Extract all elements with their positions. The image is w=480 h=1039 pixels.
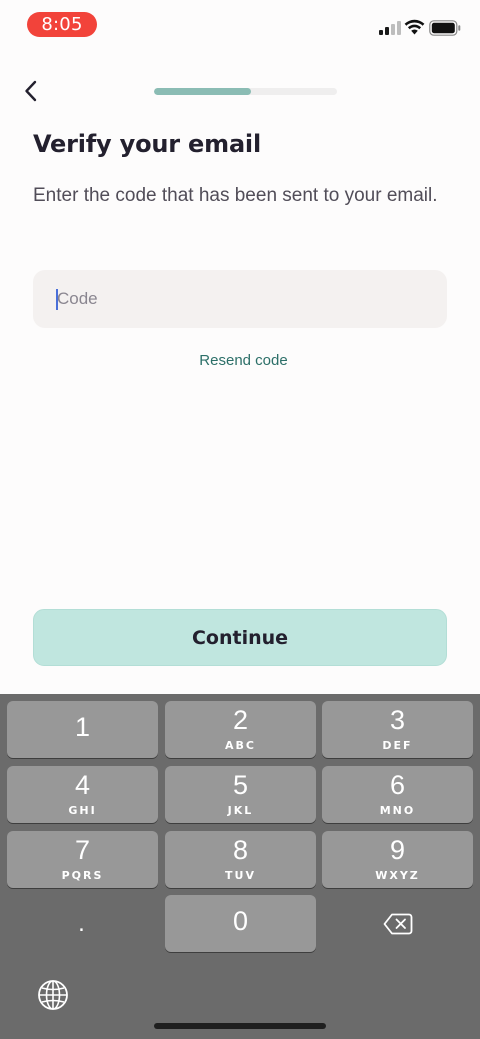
key-4[interactable]: 4 GHI	[7, 766, 158, 823]
progress-bar	[154, 88, 337, 95]
key-letters: PQRS	[61, 869, 104, 882]
key-9[interactable]: 9 WXYZ	[322, 831, 473, 888]
key-5[interactable]: 5 JKL	[165, 766, 316, 823]
key-digit: 1	[74, 712, 91, 742]
key-6[interactable]: 6 MNO	[322, 766, 473, 823]
key-dot[interactable]: .	[6, 895, 157, 952]
code-field-container[interactable]	[33, 270, 447, 328]
key-3[interactable]: 3 DEF	[322, 701, 473, 758]
numeric-keyboard: 1 2 ABC 3 DEF 4 GHI 5 JKL 6 MNO 7 PQRS 8…	[0, 694, 480, 1039]
key-letters: GHI	[68, 804, 97, 817]
status-bar: 8:05	[0, 0, 480, 48]
key-digit: 4	[74, 770, 91, 800]
key-digit: 6	[389, 770, 406, 800]
delete-key[interactable]	[322, 895, 473, 952]
progress-bar-fill	[154, 88, 251, 95]
key-digit: 0	[232, 906, 249, 936]
continue-button[interactable]: Continue	[33, 609, 447, 666]
key-letters: DEF	[382, 739, 413, 752]
key-digit: 5	[232, 770, 249, 800]
key-digit: 7	[74, 835, 91, 865]
key-letters: ABC	[225, 739, 256, 752]
key-letters: TUV	[225, 869, 256, 882]
key-digit: 9	[389, 835, 406, 865]
page-title: Verify your email	[33, 130, 261, 158]
cellular-signal-icon	[379, 21, 401, 35]
key-digit: 2	[232, 705, 249, 735]
key-0[interactable]: 0	[165, 895, 316, 952]
page-subtitle: Enter the code that has been sent to you…	[33, 185, 438, 206]
key-8[interactable]: 8 TUV	[165, 831, 316, 888]
key-letters: JKL	[227, 804, 254, 817]
code-input[interactable]	[33, 270, 447, 328]
key-2[interactable]: 2 ABC	[165, 701, 316, 758]
back-button[interactable]	[16, 76, 46, 106]
key-letters: MNO	[379, 804, 416, 817]
chevron-left-icon	[25, 80, 37, 102]
key-1[interactable]: 1	[7, 701, 158, 758]
backspace-icon	[383, 913, 412, 934]
globe-icon[interactable]	[37, 979, 69, 1011]
key-digit: 3	[389, 705, 406, 735]
text-caret	[56, 289, 58, 310]
key-digit: 8	[232, 835, 249, 865]
battery-icon	[429, 20, 461, 36]
key-letters: WXYZ	[375, 869, 420, 882]
home-indicator[interactable]	[154, 1023, 326, 1029]
resend-code-link[interactable]: Resend code	[0, 352, 480, 369]
wifi-icon	[404, 19, 425, 35]
key-7[interactable]: 7 PQRS	[7, 831, 158, 888]
status-time[interactable]: 8:05	[27, 12, 97, 37]
